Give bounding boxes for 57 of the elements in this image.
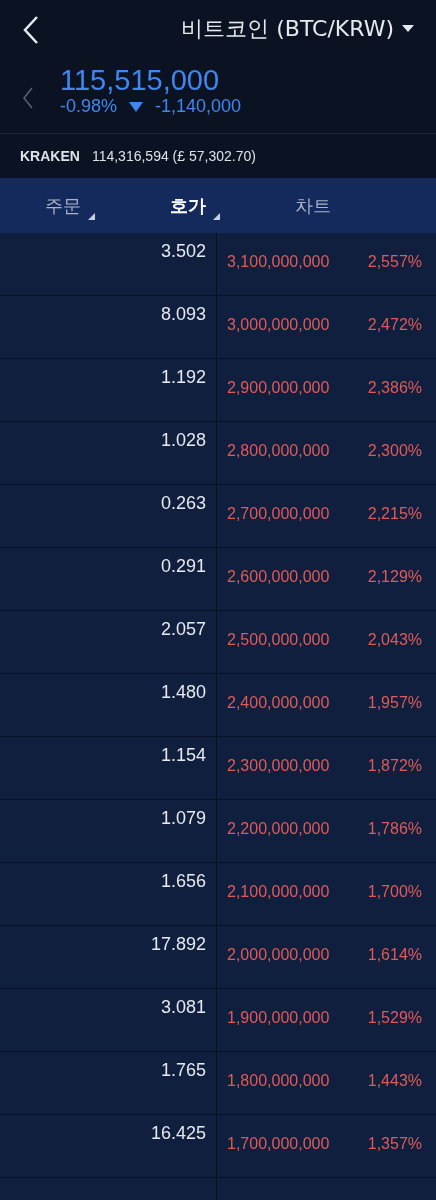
- caret-icon: [402, 25, 414, 33]
- ask-price: 3,100,000,000: [227, 253, 330, 272]
- price-change-percent: 1,443%: [367, 1072, 422, 1091]
- ask-price: 3,000,000,000: [227, 316, 330, 335]
- ask-price: 2,100,000,000: [227, 883, 330, 902]
- ask-price: 1,700,000,000: [227, 1135, 330, 1154]
- back-icon[interactable]: [22, 15, 40, 45]
- ask-price: 2,200,000,000: [227, 820, 330, 839]
- quantity: 17.892: [150, 934, 206, 954]
- exchange-price: 114,316,594 (£ 57,302.70): [91, 148, 256, 164]
- price-change-percent: 2,386%: [367, 379, 422, 398]
- price-change-percent: 2,472%: [367, 316, 422, 335]
- ask-price: 1,800,000,000: [227, 1072, 330, 1091]
- tab[interactable]: 주문: [0, 185, 125, 226]
- quantity: 1.765: [160, 1060, 206, 1080]
- price-change-percent: 1,614%: [367, 946, 422, 965]
- quantity: 3.081: [160, 997, 206, 1017]
- tab[interactable]: 차트: [250, 185, 375, 226]
- ask-price: 2,000,000,000: [227, 946, 330, 965]
- price-change-percent: 1,357%: [367, 1135, 422, 1154]
- ask-price: 2,700,000,000: [227, 505, 330, 524]
- price-change-percent: 2,557%: [367, 253, 422, 272]
- ask-price: 2,400,000,000: [227, 694, 330, 713]
- change-amount: -1,140,000: [155, 96, 242, 117]
- quantity: 2.057: [160, 619, 206, 639]
- quantity: 1.192: [160, 367, 206, 387]
- price-change-percent: 2,215%: [367, 505, 422, 524]
- price-change-percent: 2,129%: [367, 568, 422, 587]
- ask-price: 2,500,000,000: [227, 631, 330, 650]
- price-change-percent: 1,957%: [367, 694, 422, 713]
- ask-price: 2,800,000,000: [227, 442, 330, 461]
- ask-price: 2,300,000,000: [227, 757, 330, 776]
- ask-price: 2,600,000,000: [227, 568, 330, 587]
- price-change-percent: 1,872%: [367, 757, 422, 776]
- exchange-name: KRAKEN: [20, 148, 80, 164]
- tab[interactable]: 호가: [125, 185, 250, 226]
- quantity: 16.425: [150, 1123, 206, 1143]
- market-selector[interactable]: 비트코인 (BTC/KRW): [181, 14, 414, 44]
- current-price: 115,515,000: [60, 64, 221, 96]
- chevron-left-icon[interactable]: [22, 85, 34, 110]
- ask-price: 2,900,000,000: [227, 379, 330, 398]
- quantity: 1.028: [160, 430, 206, 450]
- price-change-percent: 1,529%: [367, 1009, 422, 1028]
- price-change-percent: 2,043%: [367, 631, 422, 650]
- quantity: 0.291: [160, 556, 206, 576]
- quantity: 0.263: [160, 493, 206, 513]
- quantity: 1.656: [160, 871, 206, 891]
- quantity: 1.154: [160, 745, 206, 765]
- quantity: 1.079: [160, 808, 206, 828]
- price-change-percent: 2,300%: [367, 442, 422, 461]
- change-percent: -0.98%: [60, 96, 118, 117]
- price-change-percent: 1,786%: [367, 820, 422, 839]
- quantity: 8.093: [160, 304, 206, 324]
- quantity: 3.502: [160, 241, 206, 261]
- ask-price: 1,900,000,000: [227, 1009, 330, 1028]
- price-change-percent: 1,700%: [367, 883, 422, 902]
- quantity: 1.480: [160, 682, 206, 702]
